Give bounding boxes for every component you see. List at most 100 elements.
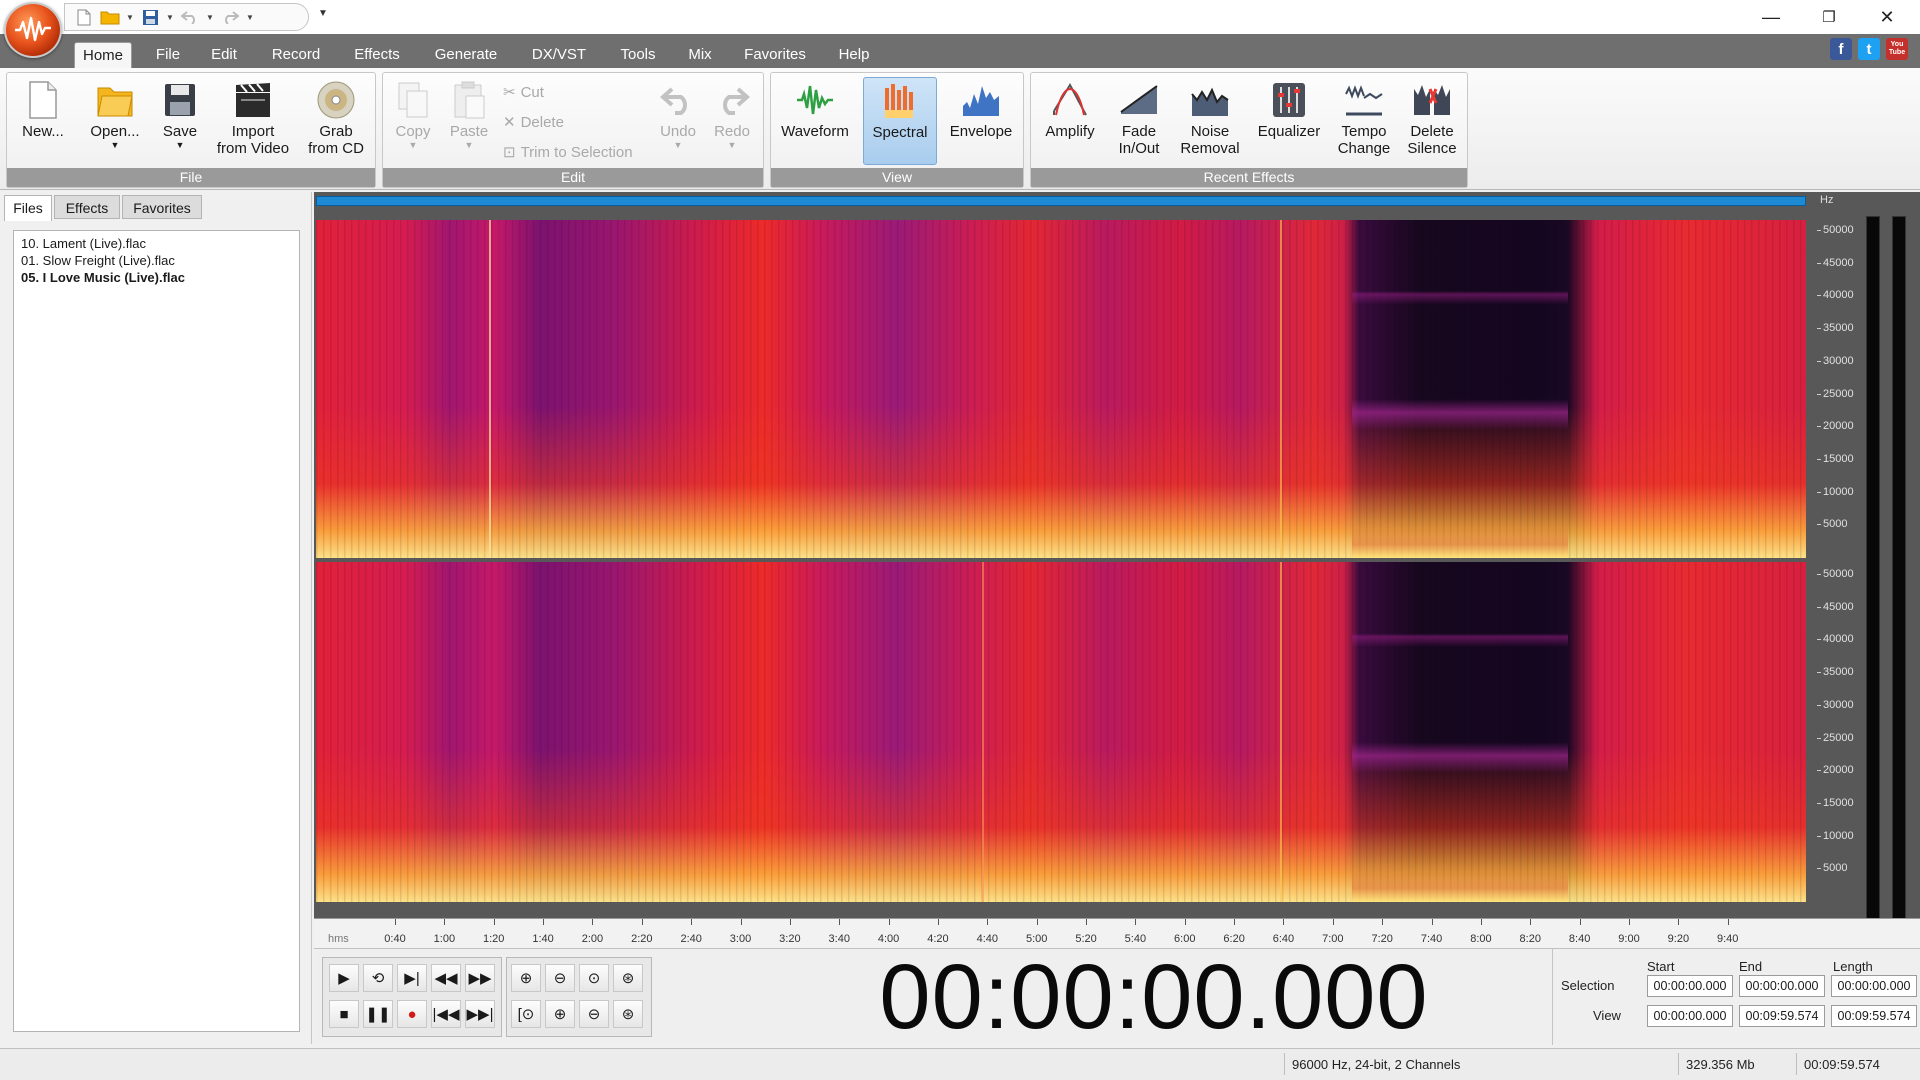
time-tick-mark — [1135, 919, 1137, 925]
trim-to-selection-button[interactable]: ⊡ Trim to Selection — [503, 143, 633, 162]
spectral-editor[interactable]: Hz 50000 45000 40000 35000 30000 25000 2… — [314, 192, 1920, 948]
tab-record[interactable]: Record — [268, 42, 324, 68]
copy-button[interactable]: Copy ▼ — [389, 77, 437, 150]
tab-favorites[interactable]: Favorites — [738, 42, 812, 68]
file-list-item[interactable]: 10. Lament (Live).flac — [21, 235, 292, 252]
tab-edit[interactable]: Edit — [206, 42, 242, 68]
save-button[interactable]: Save ▼ — [153, 77, 207, 150]
time-tick-mark — [1480, 919, 1482, 925]
spectrogram-channel-right[interactable] — [316, 562, 1806, 902]
overview-scroll-bar[interactable] — [316, 196, 1806, 206]
app-menu-button[interactable] — [4, 2, 62, 58]
go-to-end-button[interactable]: ▶▶| — [465, 1000, 495, 1028]
tab-mix[interactable]: Mix — [684, 42, 716, 68]
view-length-field[interactable]: 00:09:59.574 — [1831, 1005, 1917, 1027]
tab-effects[interactable]: Effects — [348, 42, 406, 68]
youtube-icon[interactable]: You Tube — [1886, 38, 1908, 60]
zoom-in-button[interactable]: ⊕ — [511, 964, 541, 992]
close-button[interactable]: ✕ — [1858, 0, 1916, 34]
file-size-status: 329.356 Mb — [1686, 1057, 1755, 1072]
noise-removal-icon — [1173, 77, 1247, 123]
side-tab-effects[interactable]: Effects — [54, 195, 120, 219]
time-tick-mark — [1332, 919, 1334, 925]
waveform-view-button[interactable]: Waveform — [777, 77, 853, 140]
time-tick-mark — [937, 919, 939, 925]
play-button[interactable]: ▶ — [329, 964, 359, 992]
transport-button-group: ▶ ⟲ ▶| ◀◀ ▶▶ ■ ❚❚ ● |◀◀ ▶▶| — [322, 957, 502, 1037]
paste-button[interactable]: Paste ▼ — [443, 77, 495, 150]
save-disk-icon[interactable] — [139, 6, 161, 28]
zoom-vertical-in-icon: ⊕ — [553, 1006, 567, 1023]
redo-button[interactable]: Redo ▼ — [707, 77, 757, 150]
spectral-view-button[interactable]: Spectral — [863, 77, 937, 165]
new-document-icon — [13, 77, 73, 123]
selection-end-field[interactable]: 00:00:00.000 — [1739, 975, 1825, 997]
tab-file[interactable]: File — [150, 42, 186, 68]
delete-silence-button[interactable]: Delete Silence — [1401, 77, 1463, 157]
hz-tick: 20000 — [1817, 764, 1854, 776]
tab-home[interactable]: Home — [74, 42, 132, 68]
facebook-icon[interactable]: f — [1830, 38, 1852, 60]
customize-toolbar-icon[interactable]: ▼ — [318, 8, 328, 19]
play-to-end-button[interactable]: ▶| — [397, 964, 427, 992]
zoom-vertical-in-button[interactable]: ⊕ — [545, 1000, 575, 1028]
equalizer-button[interactable]: Equalizer — [1251, 77, 1327, 140]
zoom-out-button[interactable]: ⊖ — [545, 964, 575, 992]
time-tick-label: 1:40 — [532, 933, 554, 945]
open-button[interactable]: Open... ▼ — [83, 77, 147, 150]
redo-dropdown-icon: ▼ — [246, 12, 254, 22]
twitter-icon[interactable]: t — [1858, 38, 1880, 60]
file-list-item-active[interactable]: 05. I Love Music (Live).flac — [21, 269, 292, 286]
loop-play-button[interactable]: ⟲ — [363, 964, 393, 992]
delete-button[interactable]: ✕ Delete — [503, 113, 564, 132]
open-folder-icon[interactable] — [99, 6, 121, 28]
hz-tick: 35000 — [1817, 666, 1854, 678]
tab-dx-vst[interactable]: DX/VST — [526, 42, 592, 68]
side-tab-favorites[interactable]: Favorites — [122, 195, 202, 219]
stop-button[interactable]: ■ — [329, 1000, 359, 1028]
fade-in-out-button[interactable]: Fade In/Out — [1109, 77, 1169, 157]
envelope-view-button[interactable]: Envelope — [943, 77, 1019, 140]
view-start-field[interactable]: 00:00:00.000 — [1647, 1005, 1733, 1027]
spectrogram-channel-left[interactable] — [316, 220, 1806, 558]
rewind-button[interactable]: ◀◀ — [431, 964, 461, 992]
view-row-label: View — [1593, 1008, 1621, 1023]
tab-generate[interactable]: Generate — [430, 42, 502, 68]
view-end-field[interactable]: 00:09:59.574 — [1739, 1005, 1825, 1027]
record-button[interactable]: ● — [397, 1000, 427, 1028]
tab-help[interactable]: Help — [834, 42, 874, 68]
time-tick-mark — [1629, 919, 1630, 925]
pause-button[interactable]: ❚❚ — [363, 1000, 393, 1028]
fast-forward-button[interactable]: ▶▶ — [465, 964, 495, 992]
new-button[interactable]: New... — [13, 77, 73, 140]
length-column-label: Length — [1833, 959, 1873, 974]
new-file-icon[interactable] — [73, 6, 95, 28]
ribbon-group-view-label: View — [771, 168, 1023, 187]
zoom-vertical-out-button[interactable]: ⊖ — [579, 1000, 609, 1028]
go-to-start-button[interactable]: |◀◀ — [431, 1000, 461, 1028]
side-tab-files[interactable]: Files — [4, 195, 52, 221]
import-from-video-button[interactable]: Import from Video — [211, 77, 295, 157]
undo-button[interactable]: Undo ▼ — [653, 77, 703, 150]
open-dropdown-icon[interactable]: ▼ — [125, 13, 135, 22]
time-tick-label: 1:00 — [433, 933, 456, 945]
amplify-button[interactable]: Amplify — [1037, 77, 1103, 140]
zoom-out-icon: ⊖ — [553, 970, 567, 987]
grab-from-cd-button[interactable]: Grab from CD — [301, 77, 371, 157]
selection-length-field[interactable]: 00:00:00.000 — [1831, 975, 1917, 997]
time-ruler[interactable]: hms 0:40 1:00 1:20 1:40 2:00 2:20 2:40 3:00 3:20… — [314, 918, 1920, 948]
restore-button[interactable]: ❐ — [1800, 0, 1858, 34]
delete-silence-label-2: Silence — [1407, 140, 1457, 157]
zoom-vertical-fit-button[interactable]: [⊙ — [511, 1000, 541, 1028]
tab-tools[interactable]: Tools — [614, 42, 662, 68]
file-list-item[interactable]: 01. Slow Freight (Live).flac — [21, 252, 292, 269]
selection-start-field[interactable]: 00:00:00.000 — [1647, 975, 1733, 997]
tempo-change-button[interactable]: Tempo Change — [1331, 77, 1397, 157]
zoom-vertical-full-button[interactable]: ⊛ — [613, 1000, 643, 1028]
cut-button[interactable]: ✂ Cut — [503, 83, 544, 102]
save-dropdown-icon[interactable]: ▼ — [165, 13, 175, 22]
noise-removal-button[interactable]: Noise Removal — [1173, 77, 1247, 157]
zoom-full-button[interactable]: ⊙ — [579, 964, 609, 992]
minimize-button[interactable]: — — [1742, 0, 1800, 34]
zoom-selection-button[interactable]: ⊛ — [613, 964, 643, 992]
